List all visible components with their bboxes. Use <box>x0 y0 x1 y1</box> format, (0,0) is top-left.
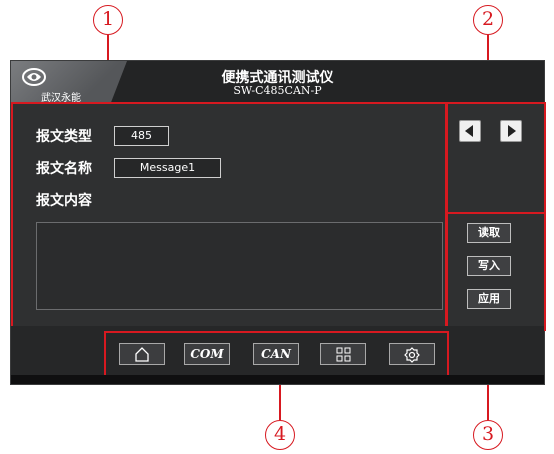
callout-3: 3 <box>473 420 503 450</box>
message-content-textarea[interactable] <box>36 222 443 310</box>
grid-icon <box>336 347 350 362</box>
apps-button[interactable] <box>320 343 366 365</box>
home-button[interactable] <box>119 343 165 365</box>
message-name-field[interactable]: Message1 <box>114 158 221 178</box>
callout-2: 2 <box>473 5 503 35</box>
apply-button[interactable]: 应用 <box>467 289 511 309</box>
model-number: SW-C485CAN-P <box>233 84 322 97</box>
write-button[interactable]: 写入 <box>467 256 511 276</box>
bottom-strip <box>11 375 544 384</box>
com-button[interactable]: COM <box>184 343 230 365</box>
message-content-label: 报文内容 <box>36 193 92 209</box>
callout-1: 1 <box>93 5 123 35</box>
read-button[interactable]: 读取 <box>467 223 511 243</box>
gear-icon <box>404 347 420 363</box>
next-button[interactable] <box>500 120 522 142</box>
message-type-label: 报文类型 <box>36 129 92 145</box>
arrow-left-icon <box>465 125 473 137</box>
region-2-box <box>446 102 546 214</box>
can-button[interactable]: CAN <box>253 343 299 365</box>
home-icon <box>135 347 149 362</box>
message-name-label: 报文名称 <box>36 161 92 177</box>
device-screen: 武汉永能 便携式通讯测试仪 SW-C485CAN-P 报文类型 485 报文名称… <box>10 60 546 385</box>
arrow-right-icon <box>508 125 516 137</box>
settings-button[interactable] <box>389 343 435 365</box>
message-type-field[interactable]: 485 <box>114 126 169 146</box>
prev-button[interactable] <box>459 120 481 142</box>
header: 武汉永能 便携式通讯测试仪 SW-C485CAN-P <box>11 61 544 103</box>
callout-4: 4 <box>265 420 295 450</box>
